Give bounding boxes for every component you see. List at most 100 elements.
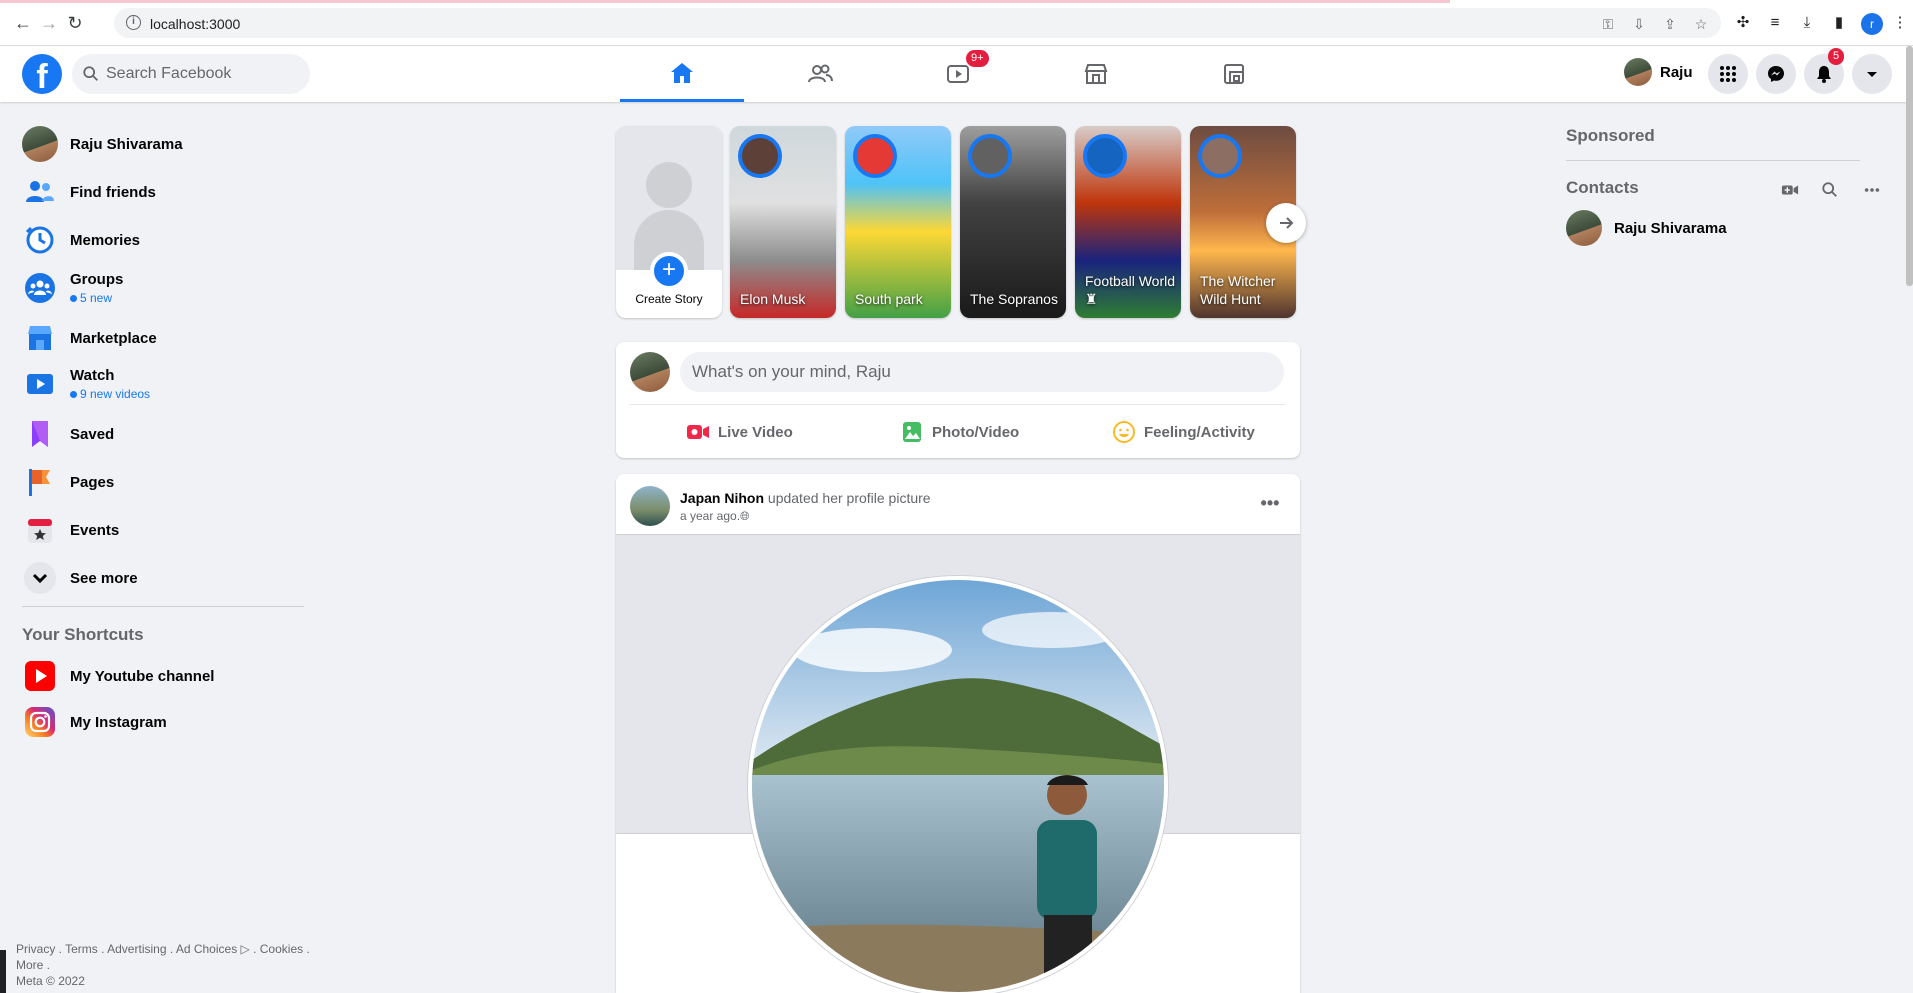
sidebar-item-find-friends[interactable]: Find friends [22, 170, 302, 214]
clock-icon [22, 222, 58, 258]
address-bar[interactable]: i localhost:3000 ⚿ ⇩ ⇪ ☆ [114, 8, 1721, 38]
share-icon[interactable]: ⇪ [1661, 15, 1679, 33]
sidebar-item-groups[interactable]: Groups 5 new [22, 266, 302, 310]
tab-watch[interactable]: 9+ [896, 46, 1020, 102]
search-input[interactable] [106, 64, 296, 84]
profile-shortcut[interactable]: Raju [1624, 58, 1693, 86]
back-icon[interactable]: ← [12, 12, 34, 34]
calendar-icon [22, 512, 58, 548]
landscape-photo [752, 580, 1164, 992]
chevron-down-icon [22, 560, 58, 596]
side-panel-icon[interactable]: ▮ [1829, 13, 1849, 33]
sidebar-item-memories[interactable]: Memories [22, 218, 302, 262]
live-video-button[interactable]: Live Video [686, 412, 793, 452]
address-url[interactable]: localhost:3000 [150, 16, 240, 32]
story-card[interactable]: The Sopranos [960, 126, 1066, 318]
stories-next-button[interactable] [1266, 203, 1306, 243]
feeling-activity-button[interactable]: Feeling/Activity [1112, 412, 1255, 452]
site-info-icon[interactable]: i [126, 15, 141, 30]
sidebar-item-pages[interactable]: Pages [22, 460, 302, 504]
post-time-text: a year ago. [680, 509, 741, 523]
watch-sub-label: 9 new videos [80, 387, 151, 401]
story-label: The Witcher Wild Hunt [1200, 273, 1276, 307]
right-divider [1566, 160, 1860, 161]
tab-friends[interactable] [758, 46, 882, 102]
browser-menu-icon[interactable]: ⋮ [1890, 13, 1910, 33]
sidebar-item-label: Events [70, 521, 120, 539]
home-icon [671, 62, 693, 83]
feed-post: Japan Nihon updated her profile picture … [616, 474, 1300, 993]
messenger-button[interactable] [1756, 54, 1796, 94]
account-button[interactable] [1852, 54, 1892, 94]
sidebar-item-label: Saved [70, 425, 115, 443]
forward-icon[interactable]: → [38, 12, 60, 34]
left-sidebar: Raju Shivarama Find friends Memories Gro… [6, 102, 310, 993]
download-icon[interactable]: ⤓ [1797, 13, 1817, 33]
avatar [22, 126, 58, 162]
footer-links-line1[interactable]: Privacy . Terms . Advertising . Ad Choic… [16, 941, 316, 957]
story-card[interactable]: Football World ♜ [1075, 126, 1181, 318]
facebook-logo[interactable]: f [22, 54, 62, 94]
post-author-avatar[interactable] [630, 486, 670, 526]
contact-item[interactable]: Raju Shivarama [1566, 210, 1727, 246]
post-author[interactable]: Japan Nihon [680, 490, 764, 506]
facebook-header: f 9+ Raju 5 [0, 46, 1913, 102]
bookmark-icon [22, 416, 58, 452]
flag-icon [22, 464, 58, 500]
story-avatar [853, 134, 897, 178]
create-story-card[interactable]: + Create Story [616, 126, 722, 318]
search-box[interactable] [72, 54, 310, 94]
reload-icon[interactable]: ↻ [64, 12, 86, 34]
live-video-icon [687, 425, 709, 439]
notifications-badge: 5 [1828, 48, 1845, 65]
extensions-icon[interactable]: ✣ [1733, 13, 1753, 33]
menu-button[interactable] [1708, 54, 1748, 94]
sidebar-item-profile[interactable]: Raju Shivarama [22, 122, 302, 166]
search-icon[interactable] [1816, 176, 1844, 204]
more-options-icon[interactable] [1858, 176, 1886, 204]
youtube-icon [22, 658, 58, 694]
composer-input[interactable] [680, 352, 1284, 392]
sidebar-item-marketplace[interactable]: Marketplace [22, 316, 302, 360]
sidebar-item-events[interactable]: Events [22, 508, 302, 552]
footer-links-line2[interactable]: More . [16, 957, 316, 973]
sidebar-item-watch[interactable]: Watch 9 new videos [22, 362, 302, 406]
marketplace-icon [1084, 64, 1108, 84]
sidebar-item-label: Raju Shivarama [70, 135, 183, 153]
notifications-button[interactable]: 5 [1804, 48, 1845, 94]
sidebar-item-label: Pages [70, 473, 115, 491]
tab-marketplace[interactable] [1034, 46, 1158, 102]
story-avatar [738, 134, 782, 178]
new-room-icon[interactable] [1776, 176, 1804, 204]
reading-list-icon[interactable]: ≡ [1765, 13, 1785, 33]
composer-divider [630, 404, 1286, 405]
friends-icon [808, 64, 833, 83]
shortcuts-heading: Your Shortcuts [22, 625, 144, 644]
shortcut-instagram[interactable]: My Instagram [22, 700, 302, 744]
photo-icon [903, 422, 921, 442]
story-card[interactable]: Elon Musk [730, 126, 836, 318]
tab-gaming[interactable] [1172, 46, 1296, 102]
post-timestamp[interactable]: a year ago.🌐︎ [680, 509, 750, 524]
story-card[interactable]: South park [845, 126, 951, 318]
bookmark-star-icon[interactable]: ☆ [1692, 15, 1710, 33]
page-scrollbar[interactable] [1906, 46, 1913, 286]
grid-menu-icon [1720, 66, 1736, 82]
tab-home[interactable] [620, 46, 744, 102]
avatar [1566, 210, 1602, 246]
sidebar-item-see-more[interactable]: See more [22, 556, 302, 600]
story-label: The Sopranos [970, 291, 1058, 307]
globe-icon: 🌐︎ [740, 509, 750, 523]
install-icon[interactable]: ⇩ [1630, 15, 1648, 33]
sponsored-heading: Sponsored [1566, 126, 1655, 145]
post-more-button[interactable]: ••• [1252, 488, 1288, 524]
post-profile-picture[interactable] [748, 576, 1168, 993]
photo-video-button[interactable]: Photo/Video [900, 412, 1019, 452]
key-icon[interactable]: ⚿ [1599, 15, 1617, 33]
story-avatar [968, 134, 1012, 178]
sidebar-item-label: Watch [70, 367, 115, 384]
profile-avatar[interactable]: r [1861, 13, 1883, 35]
sidebar-item-saved[interactable]: Saved [22, 412, 302, 456]
shortcut-youtube[interactable]: My Youtube channel [22, 654, 302, 698]
plus-icon[interactable]: + [650, 252, 688, 290]
